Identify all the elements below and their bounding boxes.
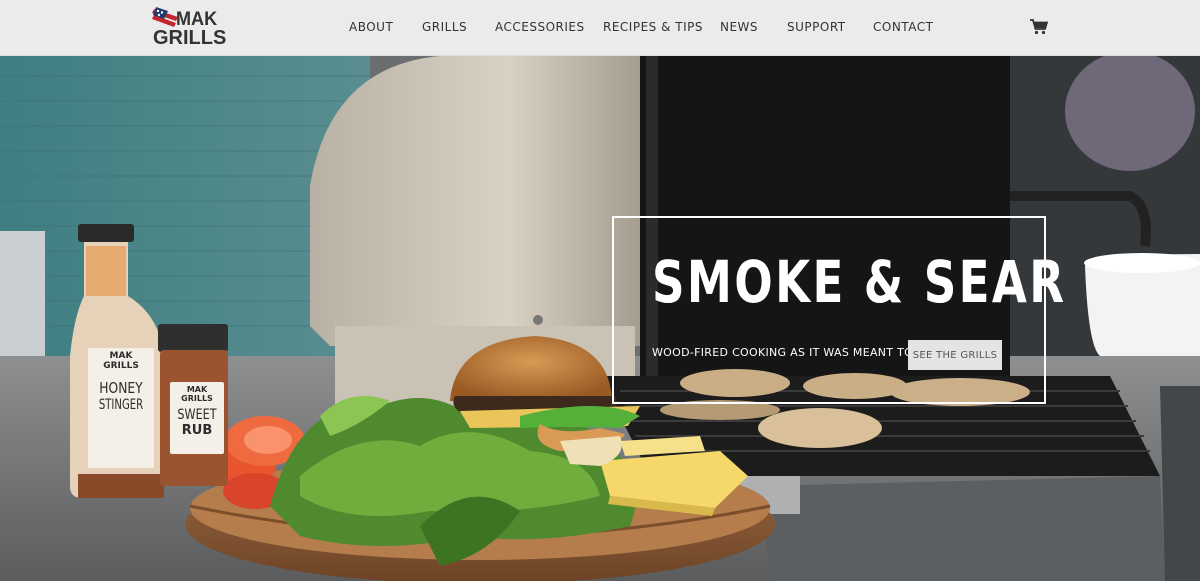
jar-name-line2: RUB	[181, 423, 213, 438]
bottle-brand-bottom: GRILLS	[103, 361, 139, 371]
nav-support[interactable]: SUPPORT	[787, 20, 846, 34]
nav-news[interactable]: NEWS	[720, 20, 758, 34]
jar-name-line1: SWEET	[177, 407, 217, 423]
mak-grills-logo[interactable]: MAK GRILLS	[152, 7, 244, 49]
cart-icon[interactable]	[1030, 19, 1048, 35]
hero-subtitle: WOOD-FIRED COOKING AS IT WAS MEANT TO BE…	[652, 346, 936, 359]
sweet-rub-label: MAK GRILLS SWEET RUB	[171, 386, 223, 438]
bottle-name-line2: STINGER	[98, 397, 144, 413]
nav-grills[interactable]: GRILLS	[422, 20, 467, 34]
nav-contact[interactable]: CONTACT	[873, 20, 933, 34]
bottle-name-line1: HONEY	[99, 379, 143, 397]
bottle-brand-top: MAK	[109, 351, 133, 361]
jar-brand-top: MAK	[186, 385, 208, 394]
site-header: MAK GRILLS ABOUT GRILLS ACCESSORIES RECI…	[0, 0, 1200, 56]
honey-stinger-label: MAK GRILLS HONEY STINGER	[90, 351, 152, 414]
hero-title: SMOKE & SEAR	[652, 248, 1067, 316]
hero-banner: MAK GRILLS HONEY STINGER MAK GRILLS SWEE…	[0, 56, 1200, 581]
see-the-grills-button[interactable]: SEE THE GRILLS	[908, 340, 1002, 370]
logo-text-grills: GRILLS	[153, 27, 227, 49]
nav-accessories[interactable]: ACCESSORIES	[495, 20, 585, 34]
jar-brand-bottom: GRILLS	[181, 394, 213, 403]
nav-recipes-tips[interactable]: RECIPES & TIPS	[603, 20, 703, 34]
nav-about[interactable]: ABOUT	[349, 20, 393, 34]
hero-callout-box: SMOKE & SEAR WOOD-FIRED COOKING AS IT WA…	[612, 216, 1064, 404]
